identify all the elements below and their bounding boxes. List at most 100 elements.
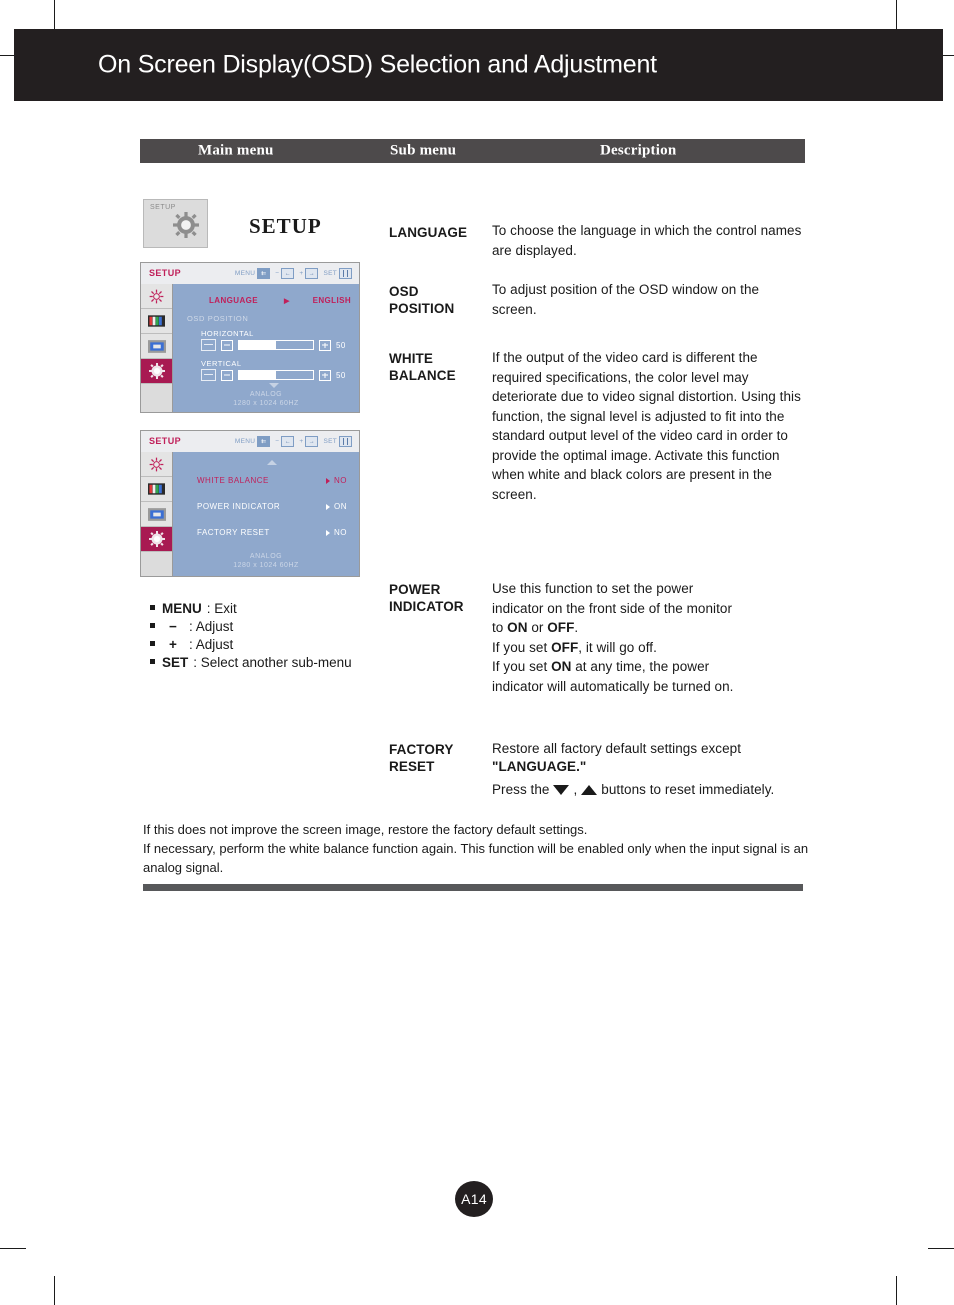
crop-mark-bottom-right-v [896, 1276, 897, 1305]
slider-plus-icon[interactable] [319, 369, 331, 381]
osd1-body: LANGUAGE ▶ ENGLISH OSD POSITION HORIZONT… [141, 284, 359, 412]
desc-power-line3c: or [527, 620, 548, 635]
osd1-footer-resolution: 1280 x 1024 60HZ [233, 400, 299, 408]
set-key-icon [339, 268, 352, 279]
osd2-key-minus: − ← [275, 436, 295, 447]
description-white-balance: If the output of the video card is diffe… [492, 350, 801, 502]
osd1-sidebar [141, 284, 173, 412]
desc-power-on-2: ON [551, 659, 572, 674]
legend-set-key: SET [162, 655, 189, 670]
triangle-down-icon [553, 785, 570, 795]
gear-icon [173, 212, 199, 243]
setup-gear-icon [141, 527, 172, 552]
osd1-key-plus: + → [299, 268, 319, 279]
osd2-row-factory-reset-label: FACTORY RESET [197, 528, 270, 537]
submenu-osd-position-line2: POSITION [389, 301, 455, 316]
bullet-icon [150, 605, 155, 610]
vertical-slider-track[interactable] [238, 370, 314, 380]
osd2-title: SETUP [149, 436, 182, 446]
bullet-icon [150, 641, 155, 646]
osd1-horizontal-slider[interactable]: 50 [201, 339, 346, 351]
caret-down-icon[interactable] [269, 383, 279, 388]
desc-power-line3e: . [574, 620, 579, 635]
submenu-factory-reset-line1: FACTORY [389, 742, 454, 757]
column-header-main-menu: Main menu [198, 142, 274, 159]
osd1-key-minus: − ← [275, 268, 295, 279]
osd2-titlebar: SETUP MENU ⇇ − ← + → SET [141, 431, 359, 452]
tracking-icon [141, 502, 172, 527]
desc-reset-line3c: buttons to reset immediately. [601, 782, 775, 797]
tracking-icon [141, 334, 172, 359]
submenu-power-indicator-line2: INDICATOR [389, 599, 464, 614]
submenu-osd-position: OSD POSITION [389, 283, 454, 317]
slider-minus-icon[interactable] [221, 369, 233, 381]
desc-reset-line1: Restore all factory default settings exc… [492, 741, 742, 756]
triangle-up-icon [581, 785, 598, 795]
desc-power-line1: Use this function to set the power [492, 581, 694, 596]
osd1-key-hints: MENU ⇇ − ← + → SET [235, 268, 352, 279]
table-header-row: Main menu Sub menu Description [140, 139, 805, 163]
osd2-body: WHITE BALANCE NO POWER INDICATOR ON FACT… [141, 452, 359, 576]
osd2-footer-resolution: 1280 x 1024 60HZ [233, 562, 299, 570]
legend-minus-symbol: − [169, 619, 177, 634]
minus-key-icon: ← [281, 268, 295, 279]
osd2-row-white-balance-value: NO [334, 476, 347, 485]
osd2-footer: ANALOG 1280 x 1024 60HZ [173, 552, 359, 571]
desc-reset-comma: , [573, 782, 578, 797]
page-number-badge: A14 [455, 1181, 493, 1217]
chevron-right-icon: ▶ [283, 297, 290, 305]
submenu-power-indicator-line1: POWER [389, 582, 441, 597]
caret-up-icon[interactable] [267, 460, 277, 465]
legend-set-text: : Select another sub-menu [193, 655, 352, 670]
osd2-key-plus: + → [299, 436, 319, 447]
osd1-title: SETUP [149, 268, 182, 278]
brightness-icon [141, 452, 172, 477]
color-icon [141, 477, 172, 502]
desc-reset-line3a: Press the [492, 782, 550, 797]
osd1-key-minus-label: − [275, 270, 280, 277]
chevron-right-icon [326, 477, 330, 484]
setup-icon-box: SETUP [143, 199, 208, 248]
osd2-row-factory-reset[interactable]: FACTORY RESET NO [197, 528, 347, 537]
submenu-white-balance-line2: BALANCE [389, 368, 456, 383]
osd2-row-power-indicator[interactable]: POWER INDICATOR ON [197, 502, 347, 511]
osd1-footer: ANALOG 1280 x 1024 60HZ [173, 390, 359, 409]
osd2-row-white-balance-label: WHITE BALANCE [197, 476, 269, 485]
color-icon [141, 309, 172, 334]
legend-minus-text: : Adjust [189, 619, 234, 634]
description-factory-reset: Restore all factory default settings exc… [492, 740, 822, 799]
description-language: To choose the language in which the cont… [492, 223, 802, 258]
osd2-row-power-indicator-value: ON [334, 502, 347, 511]
osd2-footer-signal: ANALOG [249, 553, 283, 560]
minus-key-icon: ← [281, 436, 295, 447]
brightness-icon [141, 284, 172, 309]
page-header-bar: On Screen Display(OSD) Selection and Adj… [14, 29, 943, 101]
legend-plus-symbol: + [169, 637, 177, 652]
osd1-osd-position-label: OSD POSITION [187, 314, 249, 323]
crop-mark-bottom-left-v [54, 1276, 55, 1305]
horizontal-position-icon [201, 339, 216, 351]
osd2-row-power-indicator-label: POWER INDICATOR [197, 502, 281, 511]
description-osd-position: To adjust position of the OSD window on … [492, 282, 760, 317]
desc-power-line4c: , it will go off. [578, 639, 657, 655]
crop-mark-top-left-h [0, 55, 14, 56]
bullet-icon [150, 623, 155, 628]
osd2-row-white-balance[interactable]: WHITE BALANCE NO [197, 476, 347, 485]
legend-item-set: SET : Select another sub-menu [150, 654, 352, 672]
legend-menu-text: : Exit [206, 601, 237, 616]
slider-plus-icon[interactable] [319, 339, 331, 351]
horizontal-slider-track[interactable] [238, 340, 314, 350]
desc-power-line5c: at any time, the power [571, 659, 710, 674]
crop-mark-top-right-v [896, 0, 897, 30]
osd1-vertical-slider[interactable]: 50 [201, 369, 346, 381]
desc-power-line3a: to [492, 620, 508, 635]
slider-minus-icon[interactable] [221, 339, 233, 351]
osd1-language-row[interactable]: LANGUAGE ▶ ENGLISH [209, 296, 351, 305]
submenu-osd-position-line1: OSD [389, 284, 419, 299]
osd2-key-set-label: SET [323, 438, 337, 445]
legend-item-minus: − : Adjust [150, 618, 352, 636]
osd1-language-value: ENGLISH [312, 296, 351, 305]
osd1-key-menu-label: MENU [234, 270, 256, 277]
desc-power-off-2: OFF [551, 639, 579, 655]
legend-menu-key: MENU [162, 601, 202, 616]
